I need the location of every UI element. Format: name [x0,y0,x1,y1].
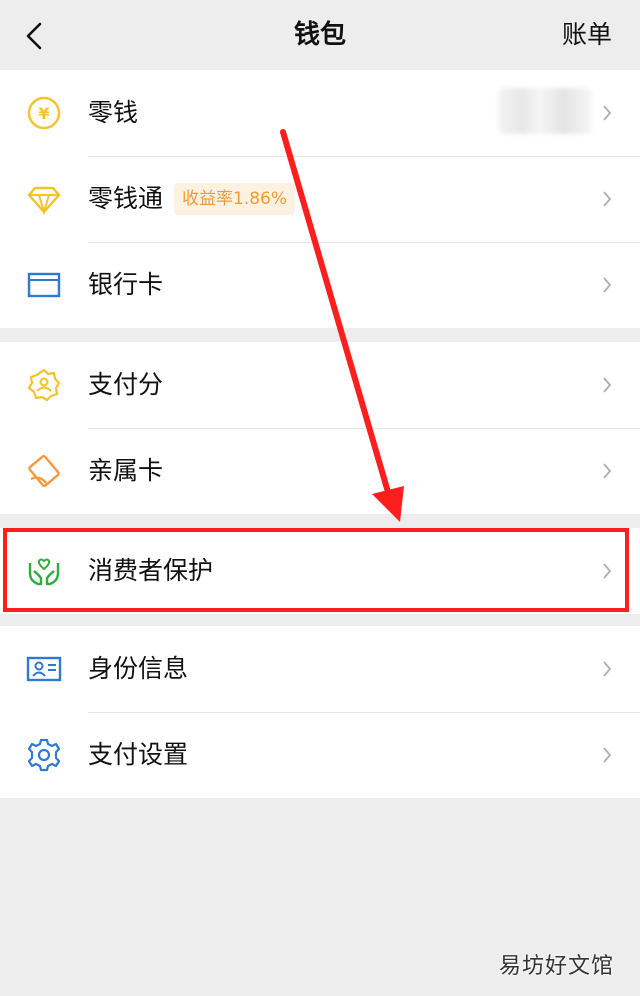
chevron-right-icon [603,377,612,393]
list-item-label: 零钱 [88,98,139,127]
back-button[interactable] [14,16,54,56]
list-item-pay-score[interactable]: 支付分 [0,342,640,428]
list-item-label: 支付设置 [88,740,189,769]
id-card-icon [26,651,62,687]
list-item-change[interactable]: ¥ 零钱 [0,70,640,156]
list-item-label: 身份信息 [88,654,189,683]
chevron-right-icon [603,661,612,677]
yield-badge: 收益率1.86% [174,183,296,215]
pay-score-badge-icon [26,367,62,403]
chevron-right-icon [603,277,612,293]
chevron-right-icon [603,563,612,579]
yen-coin-icon: ¥ [26,95,62,131]
list-item-label: 银行卡 [88,270,164,299]
wallet-group-protection: 消费者保护 [0,528,640,614]
list-item-family-card[interactable]: 亲属卡 [0,428,640,514]
chevron-right-icon [603,191,612,207]
list-item-label: 消费者保护 [88,556,214,585]
list-item-label: 零钱通 [88,184,164,213]
diamond-icon [26,181,62,217]
list-item-lingqiantong[interactable]: 零钱通 收益率1.86% [0,156,640,242]
chevron-right-icon [603,105,612,121]
chevron-right-icon [603,747,612,763]
wallet-group-settings: 身份信息 支付设置 [0,626,640,798]
page-title: 钱包 [293,20,346,50]
protection-hands-icon [26,553,62,589]
wallet-group-services: 支付分 亲属卡 [0,342,640,514]
list-item-consumer-protection[interactable]: 消费者保护 [0,528,640,614]
bank-card-icon [26,267,62,303]
list-item-label: 亲属卡 [88,456,164,485]
family-card-icon [26,453,62,489]
balance-blurred-value [498,88,592,134]
list-item-identity-info[interactable]: 身份信息 [0,626,640,712]
bill-button[interactable]: 账单 [562,0,612,70]
wallet-group-balance: ¥ 零钱 零钱通 收益率1.86% 银行卡 [0,70,640,328]
settings-gear-icon [26,737,62,773]
chevron-right-icon [603,463,612,479]
list-item-payment-settings[interactable]: 支付设置 [0,712,640,798]
list-item-bank-card[interactable]: 银行卡 [0,242,640,328]
svg-text:¥: ¥ [38,104,49,123]
watermark: 易坊好文馆 [498,954,614,979]
list-item-label: 支付分 [88,370,164,399]
chevron-left-icon [26,22,42,50]
navigation-bar: 钱包 账单 [0,0,640,70]
